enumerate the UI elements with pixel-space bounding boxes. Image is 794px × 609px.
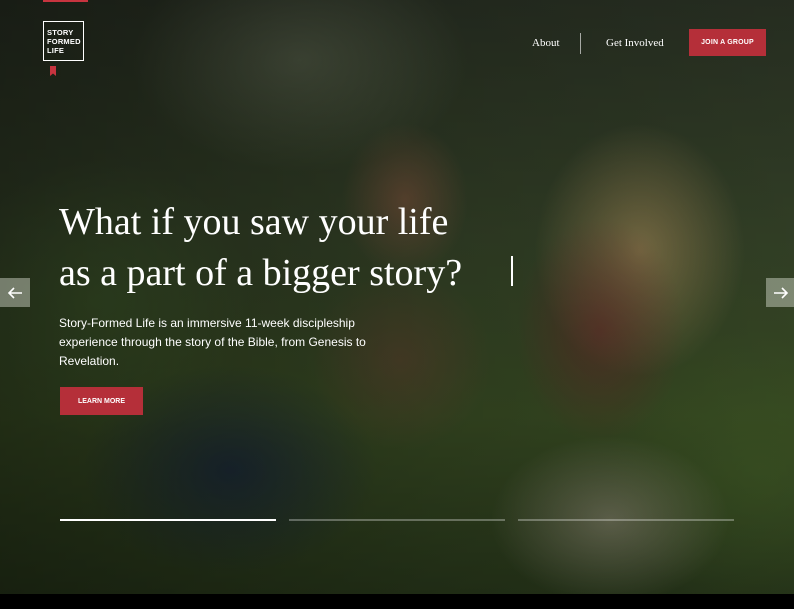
bookmark-icon	[50, 66, 56, 76]
slide-indicator-2[interactable]	[289, 519, 505, 521]
nav-about-link[interactable]: About	[532, 37, 560, 49]
logo-line-formed: FORMED	[47, 37, 81, 46]
hero-headline: What if you saw your life as a part of a…	[59, 197, 579, 299]
logo-line-story: STORY	[47, 28, 74, 37]
hero-description: Story-Formed Life is an immersive 11-wee…	[59, 316, 366, 368]
join-group-button[interactable]: JOIN A GROUP	[689, 29, 766, 56]
headline-line-2: as a part of a bigger story?	[59, 252, 463, 294]
slider-prev-button[interactable]	[0, 278, 30, 307]
slide-indicator-1[interactable]	[60, 519, 276, 521]
slider-next-button[interactable]	[766, 278, 794, 307]
slide-indicator-3[interactable]	[518, 519, 734, 521]
nav-divider	[580, 33, 581, 54]
nav-get-involved-link[interactable]: Get Involved	[606, 37, 664, 49]
site-logo[interactable]: STORY FORMED LIFE	[43, 21, 84, 61]
arrow-left-icon	[7, 286, 22, 299]
learn-more-button[interactable]: LEARN MORE	[60, 387, 143, 415]
bottom-bar	[0, 594, 794, 609]
arrow-right-icon	[774, 286, 789, 299]
headline-line-1: What if you saw your life	[59, 201, 449, 243]
accent-bar	[43, 0, 88, 2]
logo-line-life: LIFE	[47, 46, 65, 55]
typing-cursor	[511, 256, 513, 286]
